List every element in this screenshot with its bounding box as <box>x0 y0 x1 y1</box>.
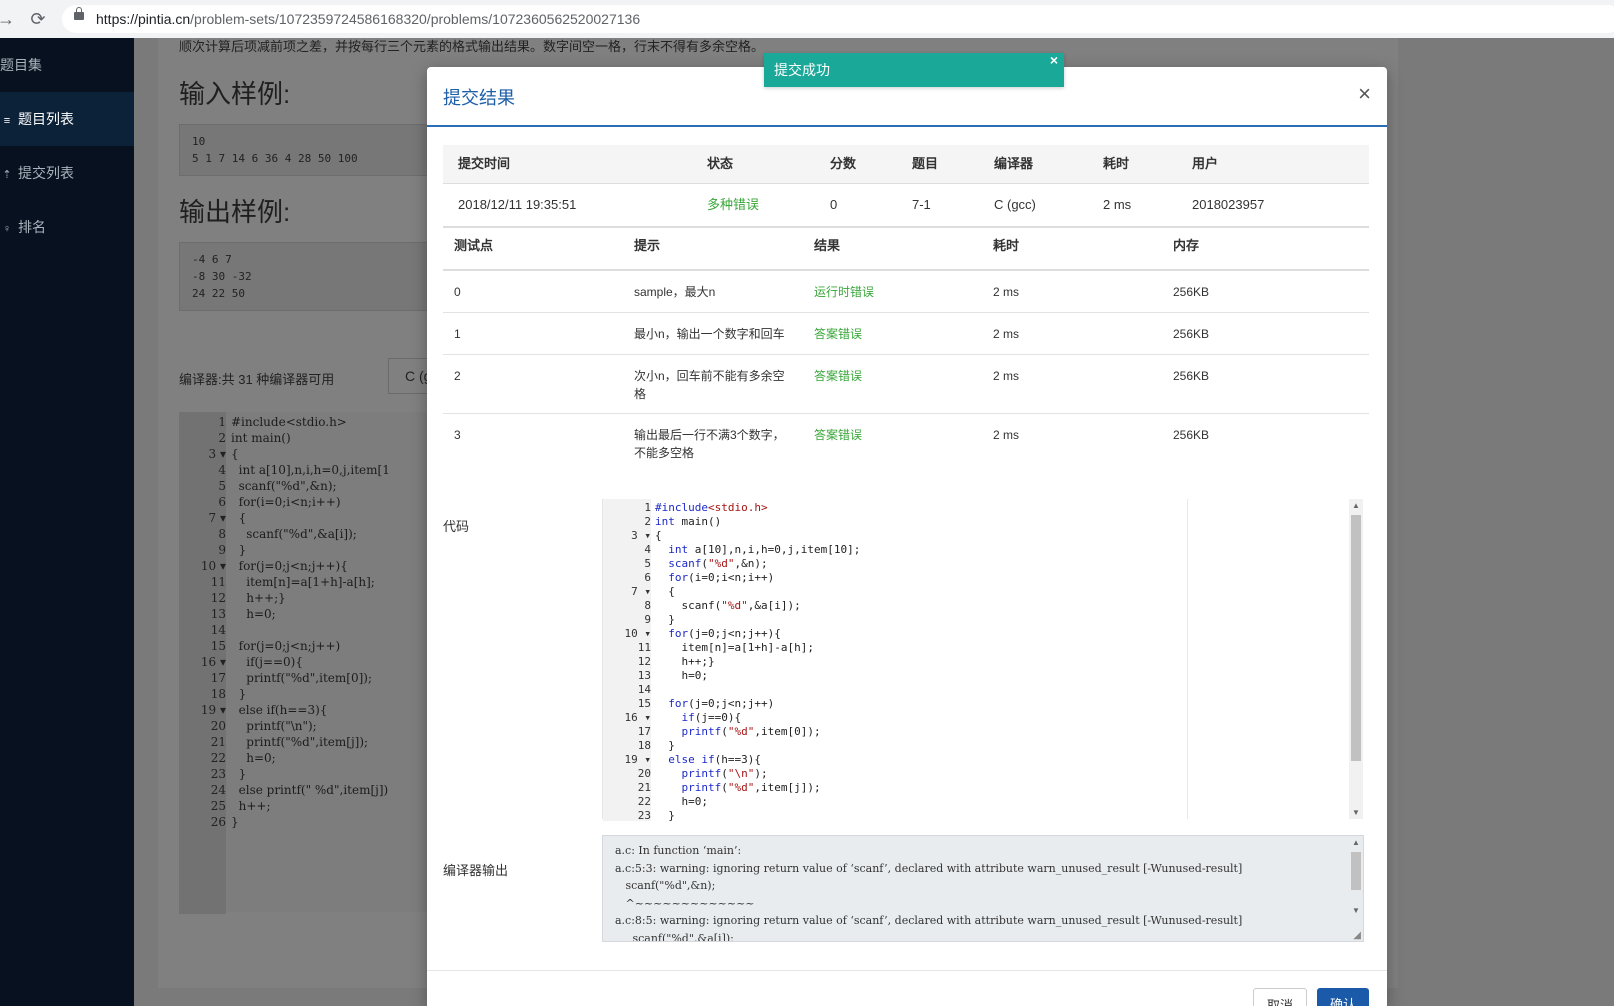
sidebar: 题目集 ≡ 题目列表 ⇡ 提交列表 ♀ 排名 <box>0 38 137 1006</box>
header-result: 结果 <box>814 238 841 253</box>
compiler-output-text: a.c: In function ‘main’: a.c:5:3: warnin… <box>615 844 1243 942</box>
output-scrollbar-thumb[interactable] <box>1351 852 1361 890</box>
code-gutter: 1 2 3 ▾ 4 5 6 7 ▾ 8 9 10 ▾ 11 12 13 14 1… <box>603 499 651 822</box>
testcase-memory: 256KB <box>1173 327 1210 341</box>
testcase-id: 0 <box>454 285 461 299</box>
ranking-icon: ♀ <box>2 223 12 235</box>
dialog-footer-divider <box>427 970 1387 971</box>
sidebar-item-ranking[interactable]: ♀ 排名 <box>0 200 134 254</box>
testcase-id: 2 <box>454 369 461 383</box>
header-compiler: 编译器 <box>994 156 1034 171</box>
header-status: 状态 <box>707 156 734 171</box>
list-icon: ≡ <box>3 115 11 127</box>
submit-time: 2018/12/11 19:35:51 <box>458 197 577 212</box>
scroll-up-icon[interactable]: ▲ <box>1352 501 1360 510</box>
compiler: C (gcc) <box>994 197 1036 212</box>
sidebar-item-problem-list[interactable]: ≡ 题目列表 <box>0 92 137 146</box>
testcase-id: 3 <box>454 428 461 442</box>
cancel-button[interactable]: 取消 <box>1253 988 1307 1006</box>
output-scrollbar[interactable]: ▲ ▼ <box>1349 836 1363 941</box>
testcase-memory: 256KB <box>1173 285 1210 299</box>
testcase-hint: 最小n，输出一个数字和回车 <box>634 327 785 341</box>
elapsed-time: 2 ms <box>1103 197 1132 212</box>
header-score: 分数 <box>830 156 857 171</box>
table-row: 2 次小n，回车前不能有多余空 格 答案错误 2 ms 256KB <box>443 355 1369 414</box>
confirm-button[interactable]: 确认 <box>1317 988 1369 1006</box>
table-row: 3 输出最后一行不满3个数字， 不能多空格 答案错误 2 ms 256KB <box>443 414 1369 474</box>
testcase-result: 答案错误 <box>814 369 863 383</box>
back-arrow-icon[interactable]: → <box>0 7 18 31</box>
compiler-output-label: 编译器输出 <box>443 863 509 878</box>
testcase-hint: 输出最后一行不满3个数字， 不能多空格 <box>634 428 785 460</box>
success-toast: 提交成功 × <box>764 52 1064 87</box>
header-submit-time: 提交时间 <box>458 156 511 171</box>
toast-close-icon[interactable]: × <box>1050 43 1058 77</box>
testcase-time: 2 ms <box>993 428 1020 442</box>
scroll-up-icon[interactable]: ▲ <box>1352 838 1360 847</box>
output-sample-heading: 输出样例: <box>179 197 291 227</box>
sidebar-item-problem-sets[interactable]: 题目集 <box>0 38 134 92</box>
header-user: 用户 <box>1192 156 1219 171</box>
submission-result-dialog: 提交结果 × 提交时间 状态 分数 题目 编译器 耗时 用户 2018/12/1… <box>427 67 1387 1006</box>
reload-icon[interactable]: ⟳ <box>26 7 50 31</box>
status-badge[interactable]: 多种错误 <box>707 196 759 214</box>
compiler-count-label: 编译器:共 31 种编译器可用 <box>179 372 335 387</box>
lock-icon <box>74 7 84 20</box>
header-testcase: 测试点 <box>454 238 494 253</box>
url-text[interactable]: https://pintia.cn/problem-sets/107235972… <box>96 11 640 27</box>
testcase-header-row: 测试点 提示 结果 耗时 内存 <box>443 227 1369 271</box>
editor-gutter: 1 2 3 ▾ 4 5 6 7 ▾ 8 9 10 ▾ 11 12 13 14 1… <box>179 412 226 914</box>
summary-data-row: 2018/12/11 19:35:51 多种错误 0 7-1 C (gcc) 2… <box>443 184 1369 228</box>
header-time: 耗时 <box>1103 156 1130 171</box>
testcase-result: 运行时错误 <box>814 285 875 299</box>
testcase-time: 2 ms <box>993 369 1020 383</box>
output-sample-block: -4 6 7 -8 30 -32 24 22 50 <box>179 242 445 311</box>
input-sample-block: 10 5 1 7 14 6 36 4 28 50 100 <box>179 124 445 176</box>
print-margin <box>1187 499 1188 819</box>
toast-message: 提交成功 <box>774 62 830 78</box>
scroll-down-icon[interactable]: ▼ <box>1352 906 1360 915</box>
testcase-result: 答案错误 <box>814 327 863 341</box>
input-sample-heading: 输入样例: <box>179 79 291 109</box>
sidebar-item-submissions[interactable]: ⇡ 提交列表 <box>0 146 134 200</box>
code-scrollbar-thumb[interactable] <box>1351 515 1361 761</box>
scroll-down-icon[interactable]: ▼ <box>1352 808 1360 817</box>
compiler-output-box[interactable]: a.c: In function ‘main’: a.c:5:3: warnin… <box>602 835 1364 942</box>
testcase-time: 2 ms <box>993 327 1020 341</box>
code-label: 代码 <box>443 519 470 534</box>
testcase-hint: 次小n，回车前不能有多余空 格 <box>634 369 785 401</box>
editor-code[interactable]: #include<stdio.h> int main() { int a[10]… <box>231 414 390 830</box>
header-memory: 内存 <box>1173 238 1200 253</box>
header-problem: 题目 <box>912 156 939 171</box>
problem-id: 7-1 <box>912 197 931 212</box>
user-id: 2018023957 <box>1192 197 1265 212</box>
problem-description: 顺次计算后项减前项之差，并按每行三个元素的格式输出结果。数字间空一格，行末不得有… <box>179 39 765 54</box>
submitted-code-viewer[interactable]: 1 2 3 ▾ 4 5 6 7 ▾ 8 9 10 ▾ 11 12 13 14 1… <box>602 499 1363 822</box>
table-row: 1 最小n，输出一个数字和回车 答案错误 2 ms 256KB <box>443 313 1369 355</box>
dialog-title: 提交结果 <box>443 88 515 108</box>
testcase-time: 2 ms <box>993 285 1020 299</box>
browser-toolbar: → ⟳ https://pintia.cn/problem-sets/10723… <box>0 0 1614 39</box>
close-icon[interactable]: × <box>1358 83 1371 105</box>
submitted-code[interactable]: #include<stdio.h> int main() { int a[10]… <box>655 501 860 823</box>
header-hint: 提示 <box>634 238 661 253</box>
testcase-id: 1 <box>454 327 461 341</box>
submit-icon: ⇡ <box>2 169 12 181</box>
header-elapsed: 耗时 <box>993 238 1020 253</box>
testcase-hint: sample，最大n <box>634 285 716 299</box>
table-row: 0 sample，最大n 运行时错误 2 ms 256KB <box>443 271 1369 313</box>
summary-header-row: 提交时间 状态 分数 题目 编译器 耗时 用户 <box>443 145 1369 184</box>
testcase-memory: 256KB <box>1173 428 1210 442</box>
testcase-result: 答案错误 <box>814 428 863 442</box>
testcase-memory: 256KB <box>1173 369 1210 383</box>
score: 0 <box>830 197 838 212</box>
code-scrollbar[interactable]: ▲ ▼ <box>1349 499 1363 819</box>
resize-handle-icon[interactable]: ◢ <box>1353 930 1361 941</box>
